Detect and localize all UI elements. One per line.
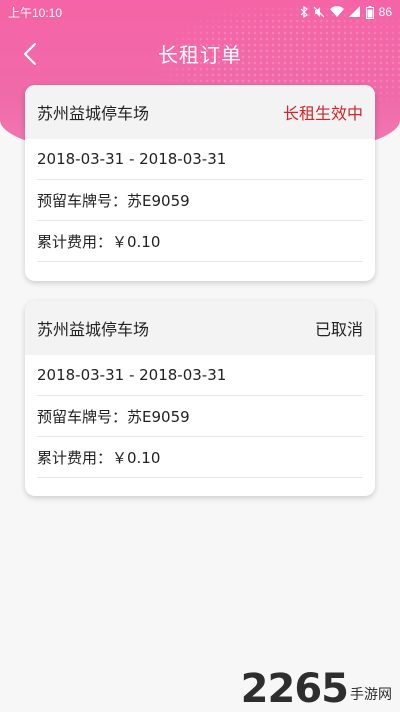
watermark-suffix: 手游网: [350, 687, 392, 703]
chevron-left-icon: [23, 42, 37, 66]
parking-lot-name: 苏州益城停车场: [37, 320, 150, 339]
nav-bar: 长租订单: [0, 28, 400, 78]
order-date-range: 2018-03-31 - 2018-03-31: [37, 355, 363, 396]
order-date-range: 2018-03-31 - 2018-03-31: [37, 139, 363, 180]
status-bar: 上午10:10 86: [0, 0, 400, 24]
bluetooth-icon: [300, 6, 308, 18]
site-watermark-logo: 2265 手游网: [241, 669, 392, 709]
order-total-cost: 累计费用：￥0.10: [37, 437, 363, 478]
order-card-header: 苏州益城停车场 已取消: [25, 301, 375, 355]
order-plate-number: 预留车牌号：苏E9059: [37, 180, 363, 221]
battery-icon: [365, 5, 374, 19]
order-card[interactable]: 苏州益城停车场 已取消 2018-03-31 - 2018-03-31 预留车牌…: [25, 301, 375, 496]
order-total-cost: 累计费用：￥0.10: [37, 221, 363, 262]
mute-icon: [313, 6, 325, 18]
order-status-badge: 长租生效中: [282, 104, 363, 123]
order-plate-number: 预留车牌号：苏E9059: [37, 396, 363, 437]
page-title: 长租订单: [158, 42, 242, 67]
status-time: 上午10:10: [8, 5, 63, 20]
order-card[interactable]: 苏州益城停车场 长租生效中 2018-03-31 - 2018-03-31 预留…: [25, 85, 375, 281]
status-icons: 86: [300, 5, 392, 19]
watermark-number: 2265: [240, 666, 349, 712]
wifi-icon: [329, 6, 344, 18]
order-status-badge: 已取消: [314, 320, 363, 339]
parking-lot-name: 苏州益城停车场: [37, 104, 150, 123]
order-card-header: 苏州益城停车场 长租生效中: [25, 85, 375, 139]
back-button[interactable]: [14, 38, 46, 70]
battery-level: 86: [378, 5, 392, 19]
signal-icon: [348, 6, 360, 17]
order-card-body: 2018-03-31 - 2018-03-31 预留车牌号：苏E9059 累计费…: [25, 355, 375, 478]
order-card-body: 2018-03-31 - 2018-03-31 预留车牌号：苏E9059 累计费…: [25, 139, 375, 262]
